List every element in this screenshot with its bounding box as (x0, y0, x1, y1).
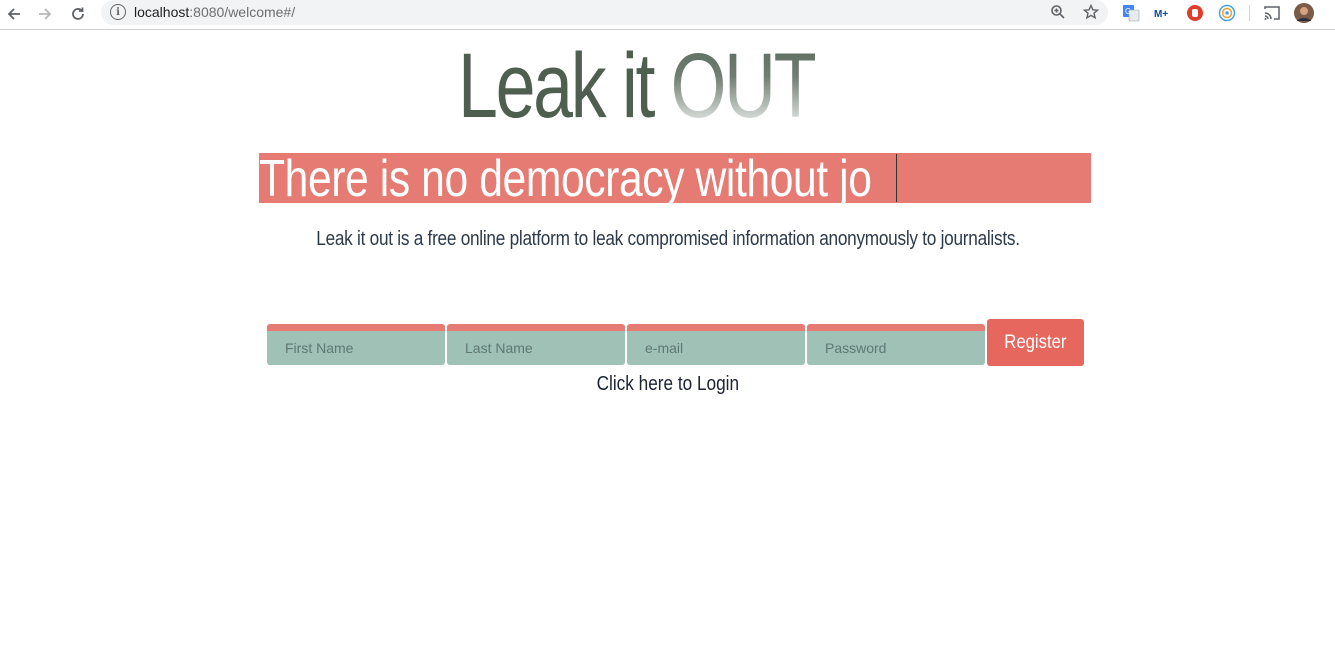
profile-avatar[interactable] (1294, 3, 1314, 23)
toolbar-divider (1249, 5, 1250, 21)
forward-icon[interactable] (33, 2, 57, 26)
first-name-field[interactable] (267, 324, 445, 365)
svg-text:M+: M+ (1154, 9, 1168, 20)
email-field[interactable] (627, 324, 805, 365)
register-label: Register (1004, 331, 1067, 353)
reload-icon[interactable] (66, 2, 90, 26)
first-name-input[interactable] (267, 331, 445, 365)
password-field[interactable] (807, 324, 985, 365)
logo-out-text: OUT (670, 35, 818, 137)
svg-text:G: G (1125, 7, 1131, 16)
register-button[interactable]: Register (987, 319, 1084, 366)
email-input[interactable] (627, 331, 805, 365)
login-link-text[interactable]: Click here to Login (596, 373, 738, 396)
zoom-icon[interactable] (1048, 2, 1068, 22)
slogan-text: There is no democracy without jo (259, 153, 872, 203)
browser-toolbar: i localhost:8080/welcome#/ G M+ (0, 0, 1335, 30)
site-logo: Leak it OUT (458, 35, 818, 137)
url-text[interactable]: localhost:8080/welcome#/ (134, 4, 295, 20)
back-icon[interactable] (2, 2, 26, 26)
adblock-extension-icon[interactable] (1185, 3, 1205, 23)
url-host: localhost (134, 4, 190, 20)
last-name-input[interactable] (447, 331, 625, 365)
url-path: :8080/welcome#/ (189, 4, 296, 20)
tagline-text: Leak it out is a free online platform to… (315, 228, 1020, 250)
star-icon[interactable] (1081, 2, 1101, 22)
translate-extension-icon[interactable]: G (1121, 3, 1141, 23)
tagline: Leak it out is a free online platform to… (0, 228, 1335, 251)
typing-caret (896, 154, 897, 202)
login-link[interactable]: Click here to Login (0, 373, 1335, 396)
movistar-extension-icon[interactable]: M+ (1152, 3, 1172, 23)
logo-main-text: Leak it (458, 35, 671, 137)
target-extension-icon[interactable] (1217, 3, 1237, 23)
last-name-field[interactable] (447, 324, 625, 365)
password-input[interactable] (807, 331, 985, 365)
slogan-banner: There is no democracy without jo (259, 153, 1091, 203)
address-bar[interactable]: i localhost:8080/welcome#/ (101, 0, 1108, 25)
info-icon[interactable]: i (110, 4, 126, 20)
cast-icon[interactable] (1262, 3, 1282, 23)
